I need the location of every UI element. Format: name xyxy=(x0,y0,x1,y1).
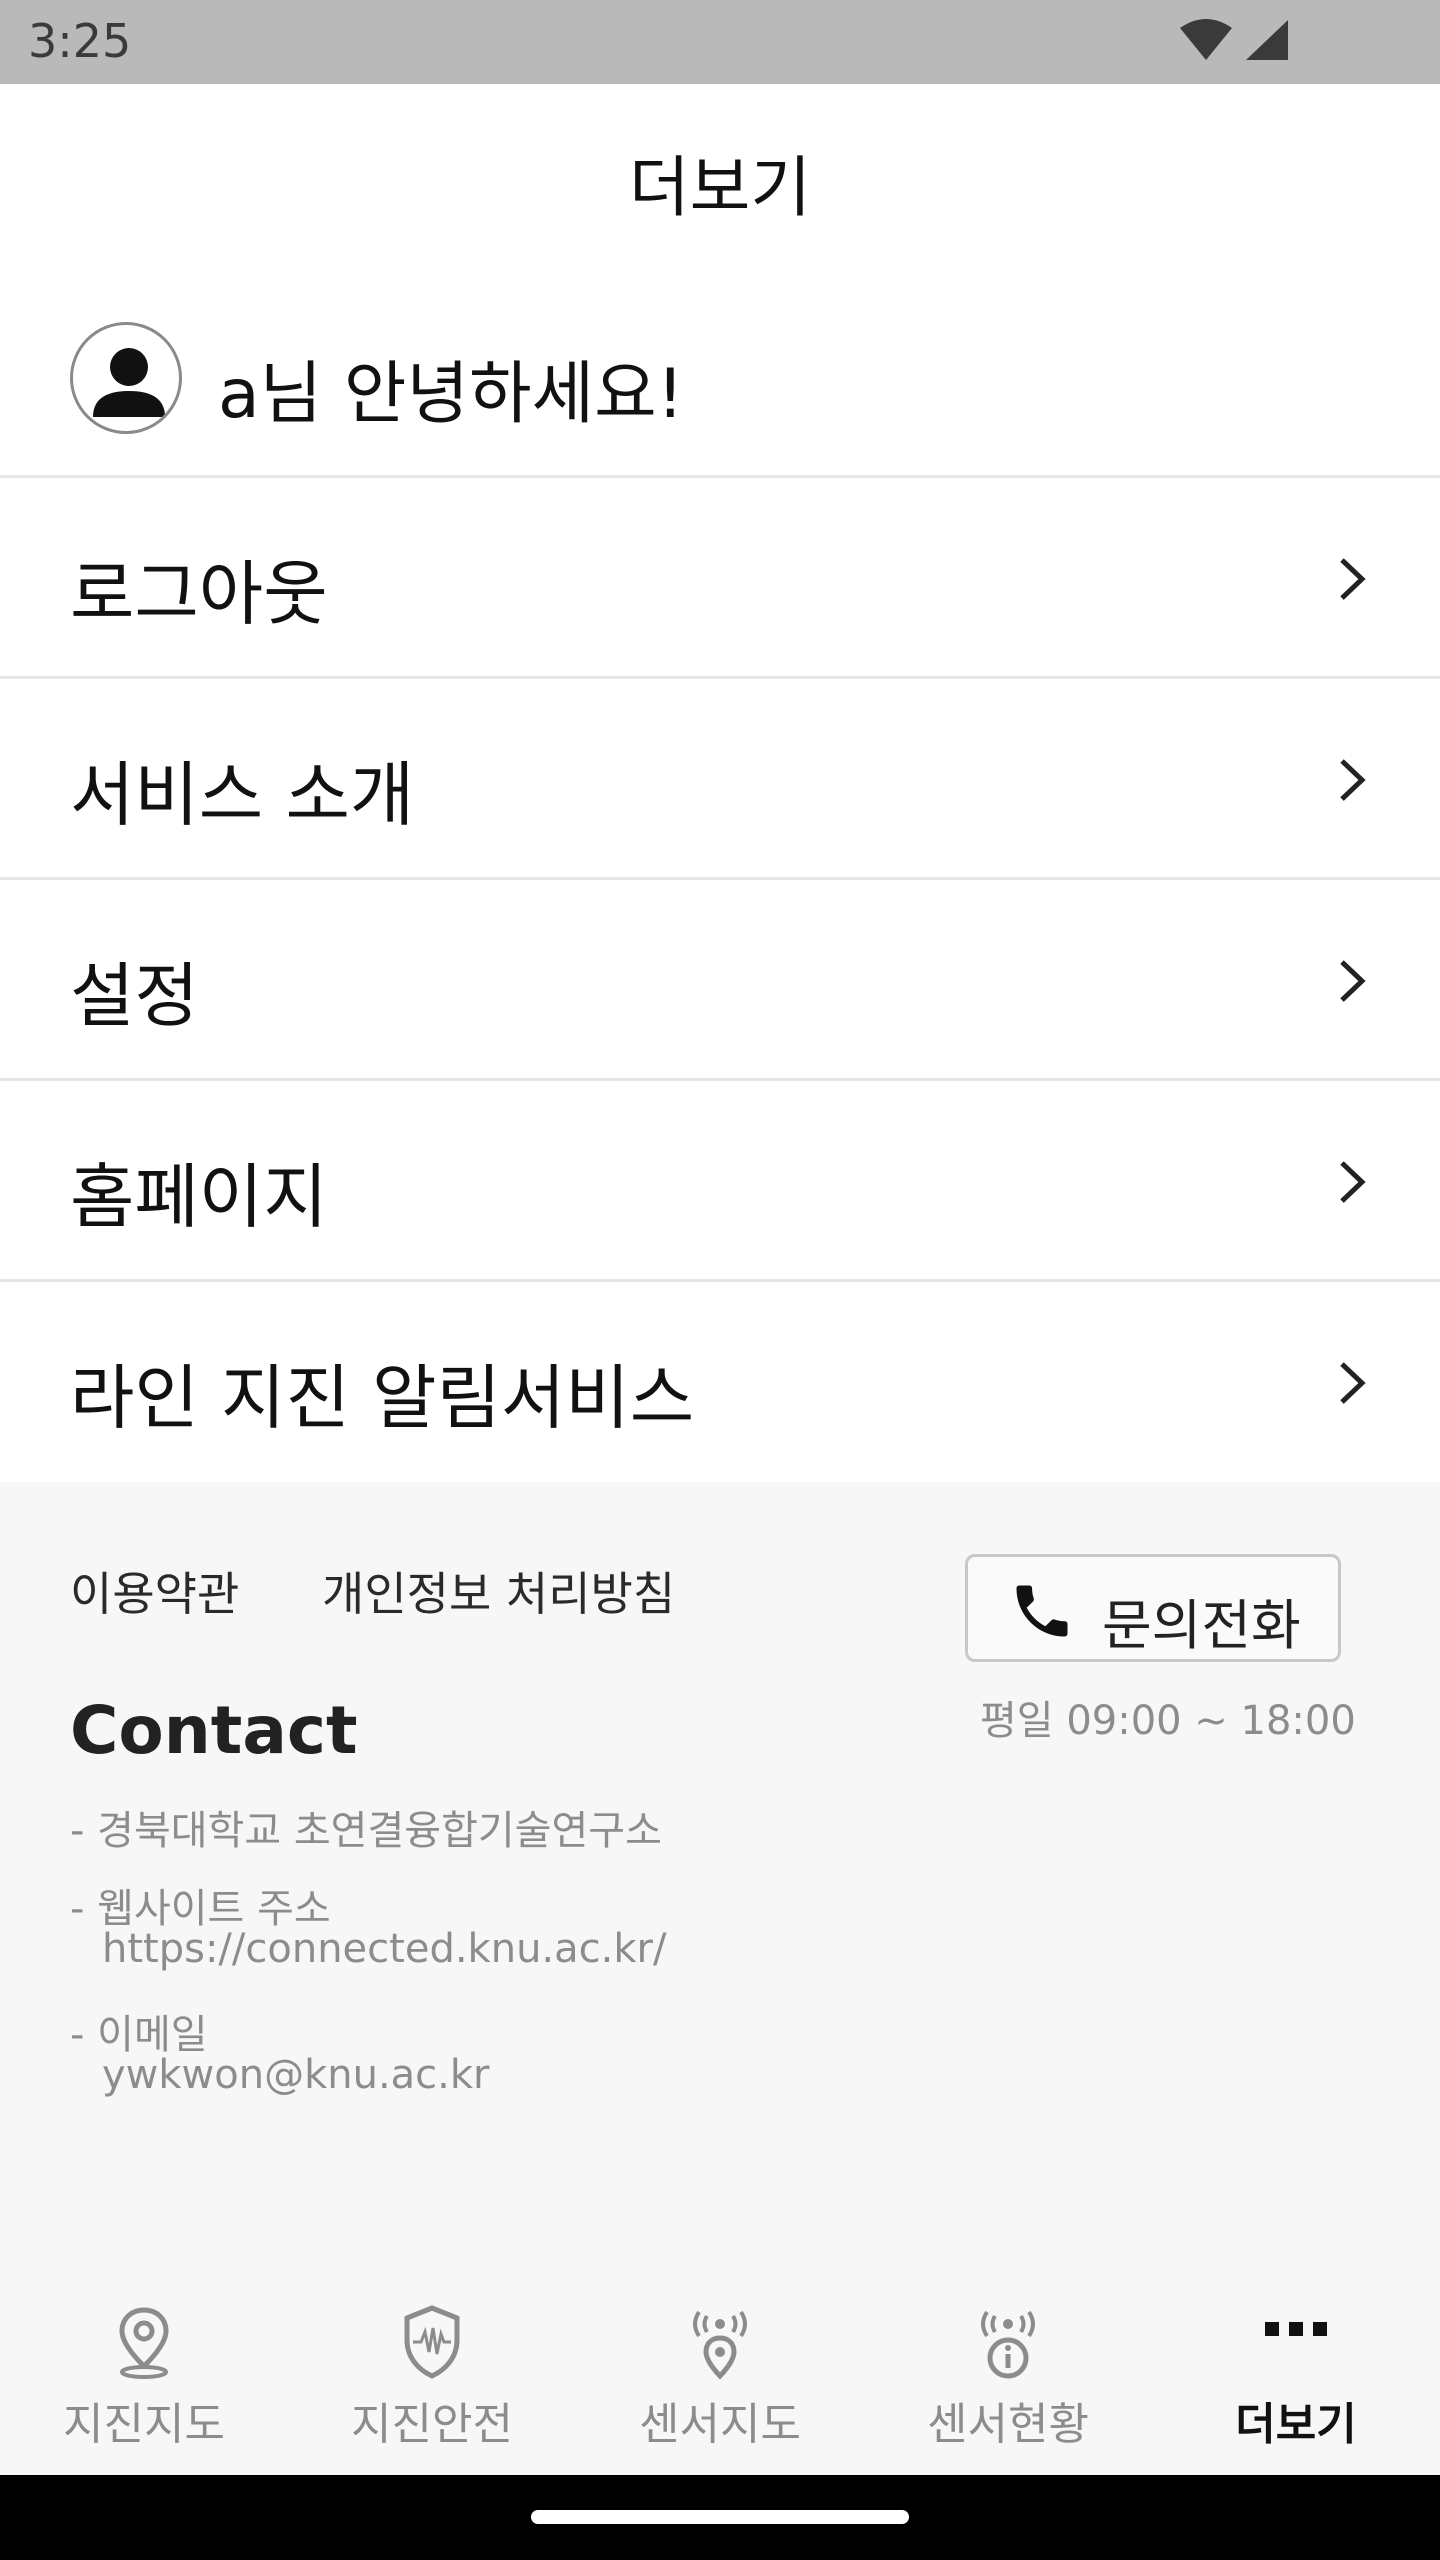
contact-title: Contact xyxy=(70,1692,358,1769)
nav-label: 지진지도 xyxy=(63,2399,225,2450)
bottom-nav: 지진지도 지진안전 센서지도 센서현황 더보기 xyxy=(0,2282,1440,2475)
nav-item-sensor-status[interactable]: 센서현황 xyxy=(864,2282,1152,2475)
nav-label: 더보기 xyxy=(1235,2399,1357,2450)
greeting-row: a님 안녕하세요! xyxy=(0,280,1440,478)
footer: 이용약관 개인정보 처리방침 문의전화 평일 09:00 ~ 18:00 Con… xyxy=(0,1482,1440,2282)
email-address[interactable]: ywkwon@knu.ac.kr xyxy=(102,2052,490,2098)
nav-label: 센서현황 xyxy=(927,2399,1089,2450)
privacy-link[interactable]: 개인정보 처리방침 xyxy=(322,1558,675,1624)
business-hours: 평일 09:00 ~ 18:00 xyxy=(980,1698,1356,1744)
chevron-right-icon xyxy=(1340,558,1366,600)
app-header: 더보기 xyxy=(0,84,1440,280)
more-dots-icon xyxy=(1265,2322,1327,2336)
menu-item-label: 라인 지진 알림서비스 xyxy=(70,1357,695,1439)
nav-item-more[interactable]: 더보기 xyxy=(1152,2282,1440,2475)
website-url[interactable]: https://connected.knu.ac.kr/ xyxy=(102,1926,666,1972)
status-icons xyxy=(1178,18,1290,62)
call-button-label: 문의전화 xyxy=(1102,1594,1301,1657)
menu-item-label: 서비스 소개 xyxy=(70,754,415,836)
avatar xyxy=(70,322,182,434)
status-time: 3:25 xyxy=(28,14,132,68)
chevron-right-icon xyxy=(1340,960,1366,1002)
status-bar: 3:25 xyxy=(0,0,1440,84)
chevron-right-icon xyxy=(1340,1362,1366,1404)
nav-label: 지진안전 xyxy=(351,2399,513,2450)
nav-item-earthquake-safety[interactable]: 지진안전 xyxy=(288,2282,576,2475)
user-icon xyxy=(93,348,165,417)
page-title: 더보기 xyxy=(628,149,812,226)
menu-item-label: 로그아웃 xyxy=(70,553,328,635)
phone-icon xyxy=(1016,1585,1068,1637)
shield-wave-icon xyxy=(404,2305,460,2379)
terms-link[interactable]: 이용약관 xyxy=(70,1558,239,1624)
sensor-info-icon xyxy=(981,2310,1035,2379)
menu-item-homepage[interactable]: 홈페이지 xyxy=(0,1081,1440,1282)
nav-item-earthquake-map[interactable]: 지진지도 xyxy=(0,2282,288,2475)
contact-org: - 경북대학교 초연결융합기술연구소 xyxy=(70,1808,662,1854)
nav-item-sensor-map[interactable]: 센서지도 xyxy=(576,2282,864,2475)
menu-list: 로그아웃 서비스 소개 설정 홈페이지 라인 지진 알림서비스 xyxy=(0,478,1440,1483)
wifi-icon xyxy=(1180,19,1232,60)
chevron-right-icon xyxy=(1340,759,1366,801)
menu-item-label: 설정 xyxy=(70,955,199,1037)
menu-item-settings[interactable]: 설정 xyxy=(0,880,1440,1081)
menu-item-label: 홈페이지 xyxy=(70,1156,328,1238)
sensor-pin-icon xyxy=(693,2310,747,2380)
greeting-text: a님 안녕하세요! xyxy=(218,355,684,434)
nav-label: 센서지도 xyxy=(639,2399,801,2450)
call-button[interactable]: 문의전화 xyxy=(965,1554,1341,1662)
map-pin-icon xyxy=(119,2307,169,2379)
system-nav-bar xyxy=(0,2475,1440,2560)
signal-icon xyxy=(1246,20,1288,60)
menu-item-line-alert[interactable]: 라인 지진 알림서비스 xyxy=(0,1282,1440,1483)
chevron-right-icon xyxy=(1340,1161,1366,1203)
menu-item-service-intro[interactable]: 서비스 소개 xyxy=(0,679,1440,880)
menu-item-logout[interactable]: 로그아웃 xyxy=(0,478,1440,679)
home-handle[interactable] xyxy=(531,2510,909,2524)
